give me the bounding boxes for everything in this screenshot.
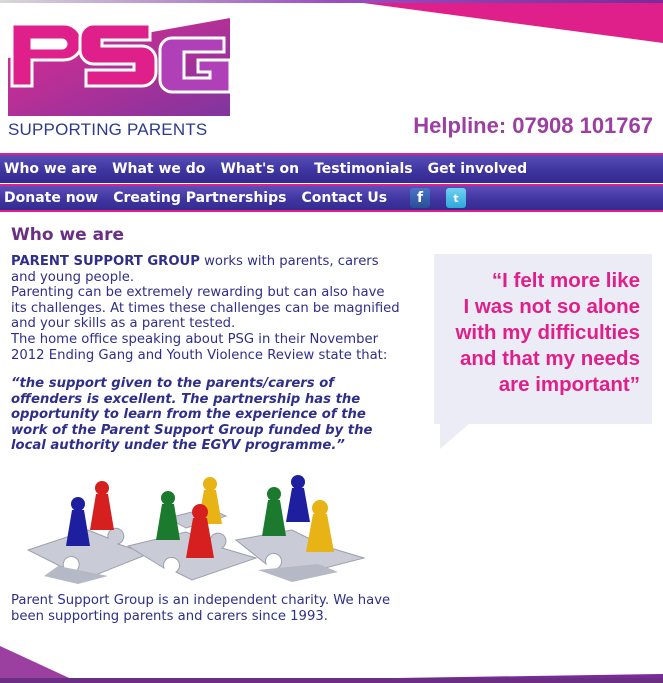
testimonial-line: with my difficulties	[455, 321, 640, 344]
puzzle-pawns-illustration	[26, 475, 366, 584]
parenting-paragraph: Parenting can be extremely rewarding but…	[11, 285, 400, 332]
nav-donate-now[interactable]: Donate now	[4, 190, 98, 206]
nav-contact-us[interactable]: Contact Us	[301, 190, 387, 206]
psg-logo[interactable]	[8, 18, 230, 116]
testimonial-line: are important”	[498, 373, 640, 396]
helpline-number[interactable]: Helpline: 07908 101767	[413, 113, 653, 139]
intro-paragraph: PARENT SUPPORT GROUP works with parents,…	[11, 254, 403, 285]
nav-testimonials[interactable]: Testimonials	[314, 161, 413, 177]
twitter-icon[interactable]: t	[446, 188, 467, 208]
nav-creating-partnerships[interactable]: Creating Partnerships	[113, 190, 286, 206]
nav-whats-on[interactable]: What's on	[220, 161, 299, 177]
org-name: PARENT SUPPORT GROUP	[11, 254, 200, 269]
closing-paragraph: Parent Support Group is an independent c…	[11, 593, 391, 624]
review-quote: “the support given to the parents/carers…	[11, 376, 373, 454]
nav-get-involved[interactable]: Get involved	[428, 161, 528, 177]
bubble-tail	[440, 423, 470, 449]
testimonial-line: and that my needs	[460, 347, 640, 370]
footer-decoration	[0, 646, 663, 683]
testimonial-line: I was not so alone	[463, 295, 640, 318]
nav-who-we-are[interactable]: Who we are	[4, 161, 97, 177]
page-title: Who we are	[11, 225, 124, 245]
secondary-nav: Donate now Creating Partnerships Contact…	[0, 184, 663, 212]
intro-text: PARENT SUPPORT GROUP works with parents,…	[11, 254, 403, 363]
site-header: SUPPORTING PARENTS Helpline: 07908 10176…	[0, 0, 663, 152]
testimonial-quote: “I felt more like I was not so alone wit…	[434, 268, 640, 398]
tagline: SUPPORTING PARENTS	[8, 120, 208, 139]
nav-what-we-do[interactable]: What we do	[112, 161, 205, 177]
home-office-paragraph: The home office speaking about PSG in th…	[11, 331, 388, 363]
testimonial-line: “I felt more like	[491, 269, 640, 292]
corner-wedge-decoration	[363, 3, 663, 43]
facebook-icon[interactable]: f	[410, 188, 431, 208]
primary-nav: Who we are What we do What's on Testimon…	[0, 153, 663, 183]
